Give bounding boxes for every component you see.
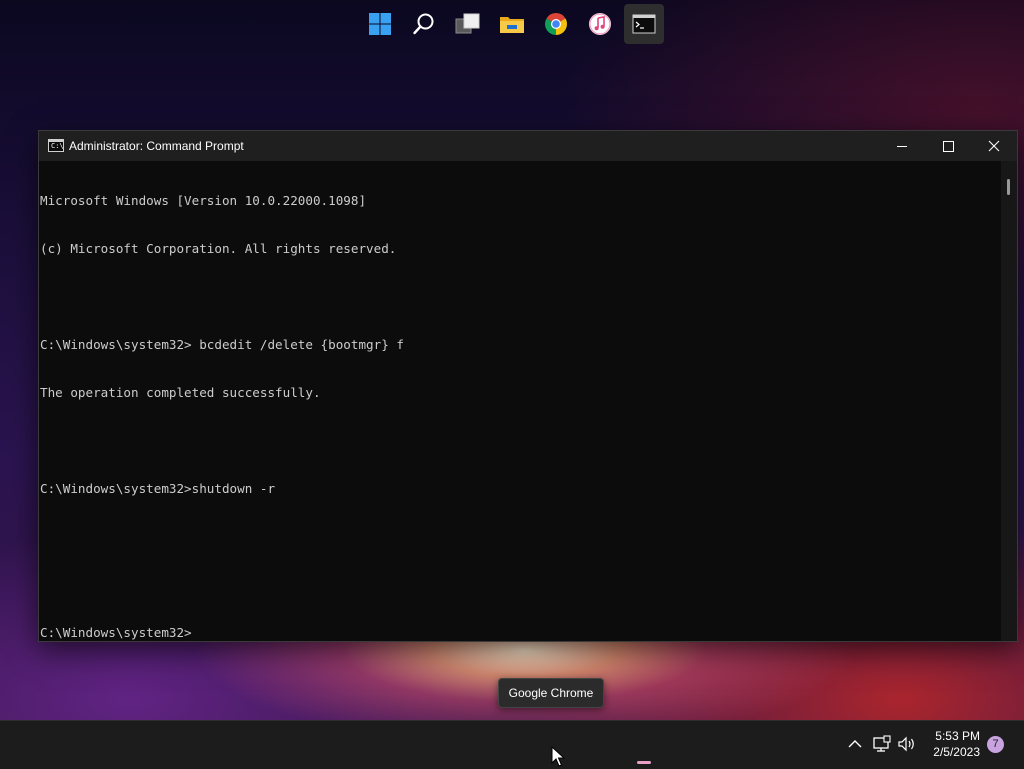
start-button[interactable] bbox=[360, 4, 400, 44]
itunes-button[interactable] bbox=[580, 4, 620, 44]
task-view-button[interactable] bbox=[448, 4, 488, 44]
command-prompt-icon bbox=[632, 14, 656, 34]
chrome-button[interactable] bbox=[536, 4, 576, 44]
clock-date[interactable]: 2/5/2023 bbox=[918, 745, 980, 759]
command-prompt-window[interactable]: C:\ Administrator: Command Prompt Micros… bbox=[38, 130, 1018, 642]
search-button[interactable] bbox=[404, 4, 444, 44]
task-view-icon bbox=[455, 13, 480, 34]
console-line: C:\Windows\system32>shutdown -r bbox=[40, 481, 276, 496]
mouse-pointer-icon bbox=[551, 746, 565, 767]
maximize-button[interactable] bbox=[925, 131, 971, 161]
show-hidden-icons-button[interactable] bbox=[845, 734, 865, 754]
vertical-scrollbar[interactable] bbox=[1001, 161, 1017, 641]
active-app-indicator bbox=[637, 761, 651, 764]
title-bar[interactable]: C:\ Administrator: Command Prompt bbox=[39, 131, 1017, 161]
command-prompt-icon: C:\ bbox=[48, 139, 64, 152]
minimize-icon bbox=[897, 145, 907, 147]
itunes-icon bbox=[589, 13, 611, 35]
window-title: Administrator: Command Prompt bbox=[69, 139, 244, 153]
search-icon bbox=[413, 13, 434, 35]
console-output[interactable]: Microsoft Windows [Version 10.0.22000.10… bbox=[39, 161, 1001, 641]
console-line: Microsoft Windows [Version 10.0.22000.10… bbox=[40, 193, 367, 208]
windows-start-icon bbox=[369, 13, 391, 35]
chrome-icon bbox=[545, 13, 567, 35]
command-prompt-taskbar-button[interactable] bbox=[624, 4, 664, 44]
clock-time[interactable]: 5:53 PM bbox=[918, 729, 980, 743]
volume-icon[interactable] bbox=[897, 734, 917, 754]
console-line: The operation completed successfully. bbox=[40, 385, 321, 400]
minimize-button[interactable] bbox=[879, 131, 925, 161]
maximize-icon bbox=[942, 140, 954, 152]
notification-badge[interactable]: 7 bbox=[987, 736, 1004, 753]
close-icon bbox=[988, 140, 1000, 152]
scrollbar-thumb[interactable] bbox=[1007, 179, 1010, 195]
taskbar bbox=[0, 720, 1024, 769]
console-line: (c) Microsoft Corporation. All rights re… bbox=[40, 241, 397, 256]
file-explorer-icon bbox=[500, 17, 524, 33]
file-explorer-button[interactable] bbox=[492, 4, 532, 44]
chrome-tooltip: Google Chrome bbox=[498, 678, 604, 708]
console-prompt-line[interactable]: C:\Windows\system32> bbox=[39, 625, 1001, 641]
console-line: C:\Windows\system32> bcdedit /delete {bo… bbox=[40, 337, 404, 352]
network-icon[interactable] bbox=[872, 734, 892, 754]
title-icon-glyph: C:\ bbox=[51, 142, 64, 150]
close-button[interactable] bbox=[971, 131, 1017, 161]
